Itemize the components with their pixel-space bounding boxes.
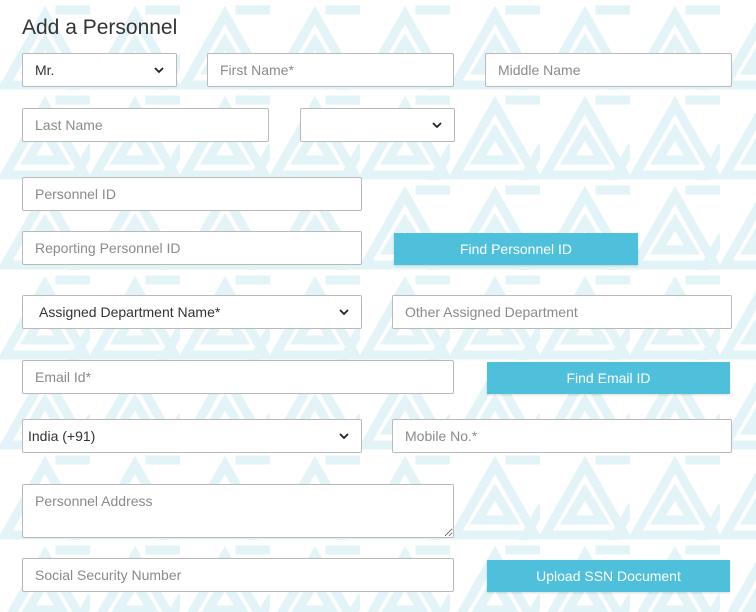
chevron-down-icon (432, 122, 442, 129)
salutation-value: Mr. (35, 62, 55, 78)
personnel-id-field[interactable] (22, 177, 362, 211)
mobile-number-field[interactable] (392, 419, 732, 453)
middle-name-field[interactable] (485, 53, 732, 87)
add-personnel-form: Add a Personnel Mr. Find Personnel ID As… (0, 0, 756, 612)
find-personnel-id-button[interactable]: Find Personnel ID (394, 233, 638, 265)
upload-ssn-document-button[interactable]: Upload SSN Document (487, 560, 730, 592)
suffix-select[interactable] (300, 108, 455, 142)
personnel-address-textarea[interactable] (22, 484, 454, 538)
find-email-id-button[interactable]: Find Email ID (487, 362, 730, 394)
salutation-select[interactable]: Mr. (22, 53, 177, 87)
first-name-field[interactable] (207, 53, 454, 87)
country-code-value: India (+91) (28, 428, 96, 444)
assigned-department-value: Assigned Department Name* (39, 304, 221, 320)
reporting-personnel-id-field[interactable] (22, 231, 362, 265)
chevron-down-icon (339, 433, 349, 440)
email-field[interactable] (22, 360, 454, 394)
other-department-field[interactable] (392, 295, 732, 329)
assigned-department-select[interactable]: Assigned Department Name* (22, 295, 362, 329)
country-code-select[interactable]: India (+91) (22, 419, 362, 453)
last-name-field[interactable] (22, 108, 269, 142)
ssn-field[interactable] (22, 558, 454, 592)
page-title: Add a Personnel (22, 16, 178, 39)
chevron-down-icon (154, 67, 164, 74)
chevron-down-icon (339, 309, 349, 316)
